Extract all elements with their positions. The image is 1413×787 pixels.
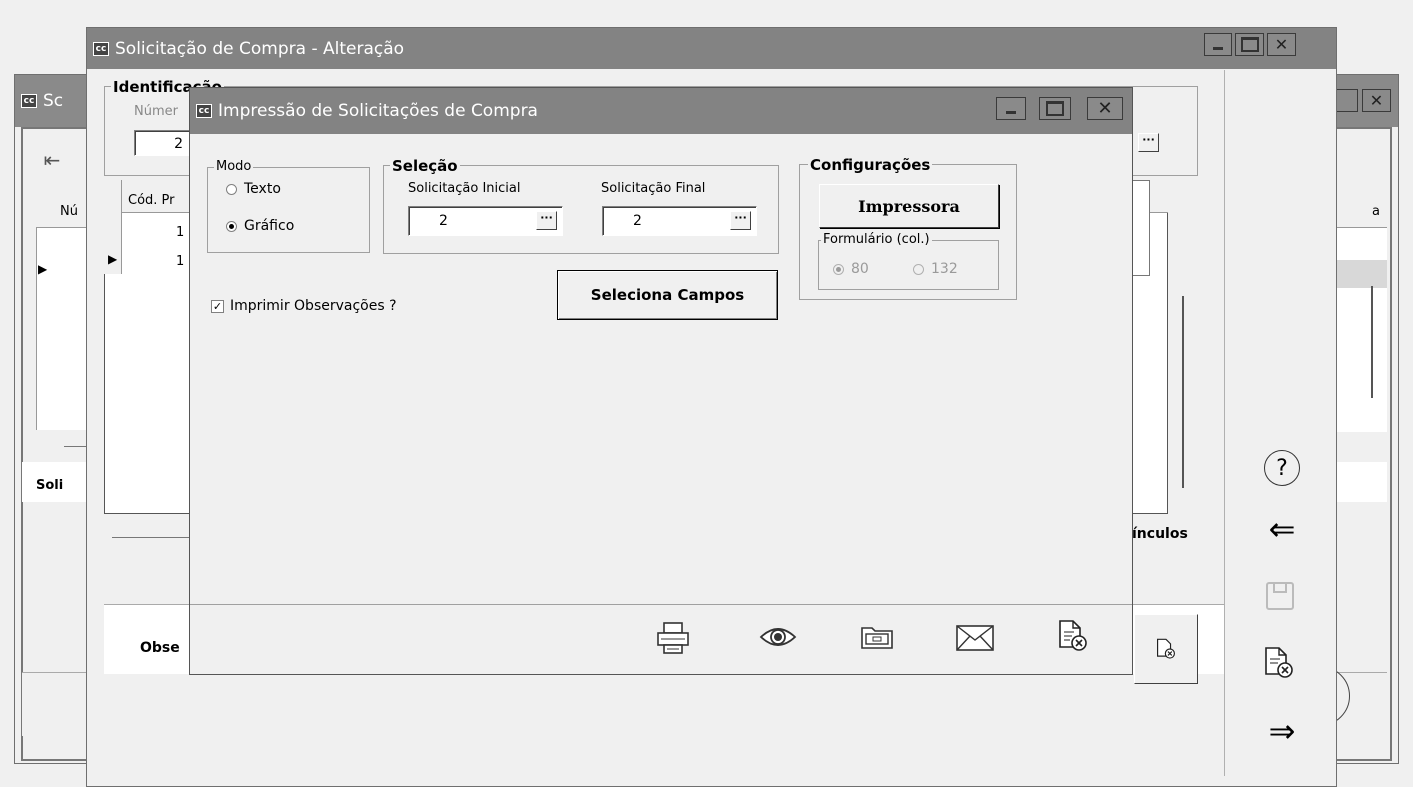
main-minimize-button[interactable] [1204, 33, 1232, 56]
main-vinculos-tab[interactable]: ínculos [1132, 526, 1188, 542]
formulario-title: Formulário (col.) [821, 232, 932, 247]
app-icon: cc [93, 41, 109, 56]
modo-group: Modo [207, 159, 370, 253]
close-document-icon[interactable] [1056, 616, 1090, 656]
main-close-button[interactable]: ✕ [1267, 33, 1296, 56]
email-icon[interactable] [954, 622, 996, 654]
main-grid-row-1[interactable]: 1 [176, 225, 184, 240]
solicitacao-inicial-value: 2 [439, 213, 448, 229]
background-grid-col-num: Nú [60, 204, 78, 219]
print-dialog-titlebar: cc Impressão de Solicitações de Compra [190, 88, 1132, 134]
main-grid-row-pointer: ▶ [108, 252, 118, 266]
background-grid-col-a: a [1372, 204, 1380, 219]
background-close-button[interactable]: ✕ [1362, 89, 1391, 112]
modo-grafico-radio[interactable]: Gráfico [226, 218, 294, 234]
main-grid-row-2[interactable]: 1 [176, 254, 184, 269]
close-icon: ✕ [1274, 35, 1289, 54]
maximize-icon [1240, 37, 1259, 52]
modo-texto-radio[interactable]: Texto [226, 181, 281, 197]
numero-field[interactable]: 2 [134, 130, 194, 156]
save-icon [1266, 582, 1294, 610]
maximize-icon [1046, 101, 1064, 116]
solicitacao-final-label: Solicitação Final [601, 181, 706, 196]
background-grid-row-indicator: ▶ [38, 262, 48, 276]
main-cancel-button[interactable] [1134, 614, 1198, 684]
folder-icon[interactable] [857, 620, 897, 654]
seleciona-campos-label: Seleciona Campos [590, 286, 745, 304]
dialog-maximize-button[interactable] [1039, 97, 1071, 120]
formulario-80-radio[interactable]: 80 [833, 261, 869, 277]
selecao-title: Seleção [390, 157, 460, 175]
close-icon: ✕ [1369, 91, 1384, 110]
cancel-document-icon[interactable] [1264, 646, 1294, 680]
dialog-minimize-button[interactable] [996, 97, 1026, 120]
main-maximize-button[interactable] [1235, 33, 1264, 56]
background-tab-line [64, 446, 88, 447]
printer-icon[interactable] [655, 620, 691, 656]
numero-value: 2 [174, 136, 183, 152]
app-icon: cc [196, 104, 212, 118]
modo-title: Modo [214, 159, 254, 174]
forward-arrow-icon[interactable]: ⇒ [1262, 712, 1302, 750]
formulario-80-label: 80 [851, 261, 869, 277]
formulario-132-radio[interactable]: 132 [913, 261, 958, 277]
preview-eye-icon[interactable] [759, 622, 797, 652]
main-obse-tab[interactable]: Obse [140, 640, 180, 656]
app-icon: cc [21, 94, 37, 108]
dialog-toolbar-separator [190, 604, 1132, 605]
main-window-titlebar: cc Solicitação de Compra - Alteração [87, 28, 1336, 69]
background-scroll[interactable] [1371, 286, 1373, 398]
background-maximize-button[interactable] [1336, 89, 1358, 112]
imprimir-observacoes-label: Imprimir Observações ? [230, 298, 397, 314]
first-record-icon[interactable]: ⇤ [38, 148, 66, 172]
solicitacao-final-value: 2 [633, 213, 642, 229]
minimize-icon [1213, 47, 1223, 50]
minimize-icon [1006, 111, 1016, 114]
main-lookup-button[interactable]: ··· [1138, 133, 1159, 152]
main-scrollbar[interactable] [1182, 296, 1184, 488]
impressora-button-label: Impressora [858, 196, 960, 216]
main-window-title: Solicitação de Compra - Alteração [115, 38, 405, 59]
background-row-highlight [1330, 260, 1387, 288]
solicitacao-final-lookup-button[interactable]: ··· [730, 211, 751, 230]
modo-grafico-label: Gráfico [244, 218, 295, 234]
main-grid-col-cod: Cód. Pr [128, 193, 175, 208]
modo-texto-label: Texto [244, 181, 281, 197]
seleciona-campos-button[interactable]: Seleciona Campos [557, 270, 778, 320]
background-tab-soli[interactable]: Soli [36, 478, 63, 493]
configuracoes-title: Configurações [808, 156, 933, 174]
background-window-title: Sc [43, 91, 64, 111]
help-icon[interactable]: ? [1264, 450, 1300, 486]
background-grid-right [1330, 194, 1387, 432]
numero-label: Númer [134, 104, 178, 119]
formulario-132-label: 132 [931, 261, 958, 277]
back-arrow-icon[interactable]: ⇐ [1262, 510, 1302, 548]
imprimir-observacoes-checkbox[interactable]: ✓ Imprimir Observações ? [211, 298, 397, 314]
checkbox-indicator: ✓ [211, 299, 224, 313]
close-icon: ✕ [1097, 98, 1113, 119]
radio-indicator [833, 263, 844, 275]
main-tab-line [112, 537, 192, 538]
dialog-close-button[interactable]: ✕ [1087, 97, 1123, 120]
solicitacao-inicial-label: Solicitação Inicial [408, 181, 521, 196]
impressora-button[interactable]: Impressora [819, 184, 999, 228]
radio-indicator [226, 183, 237, 195]
solicitacao-inicial-lookup-button[interactable]: ··· [536, 211, 557, 230]
print-dialog-title: Impressão de Solicitações de Compra [218, 101, 538, 121]
radio-indicator [913, 263, 924, 275]
radio-indicator [226, 220, 237, 232]
